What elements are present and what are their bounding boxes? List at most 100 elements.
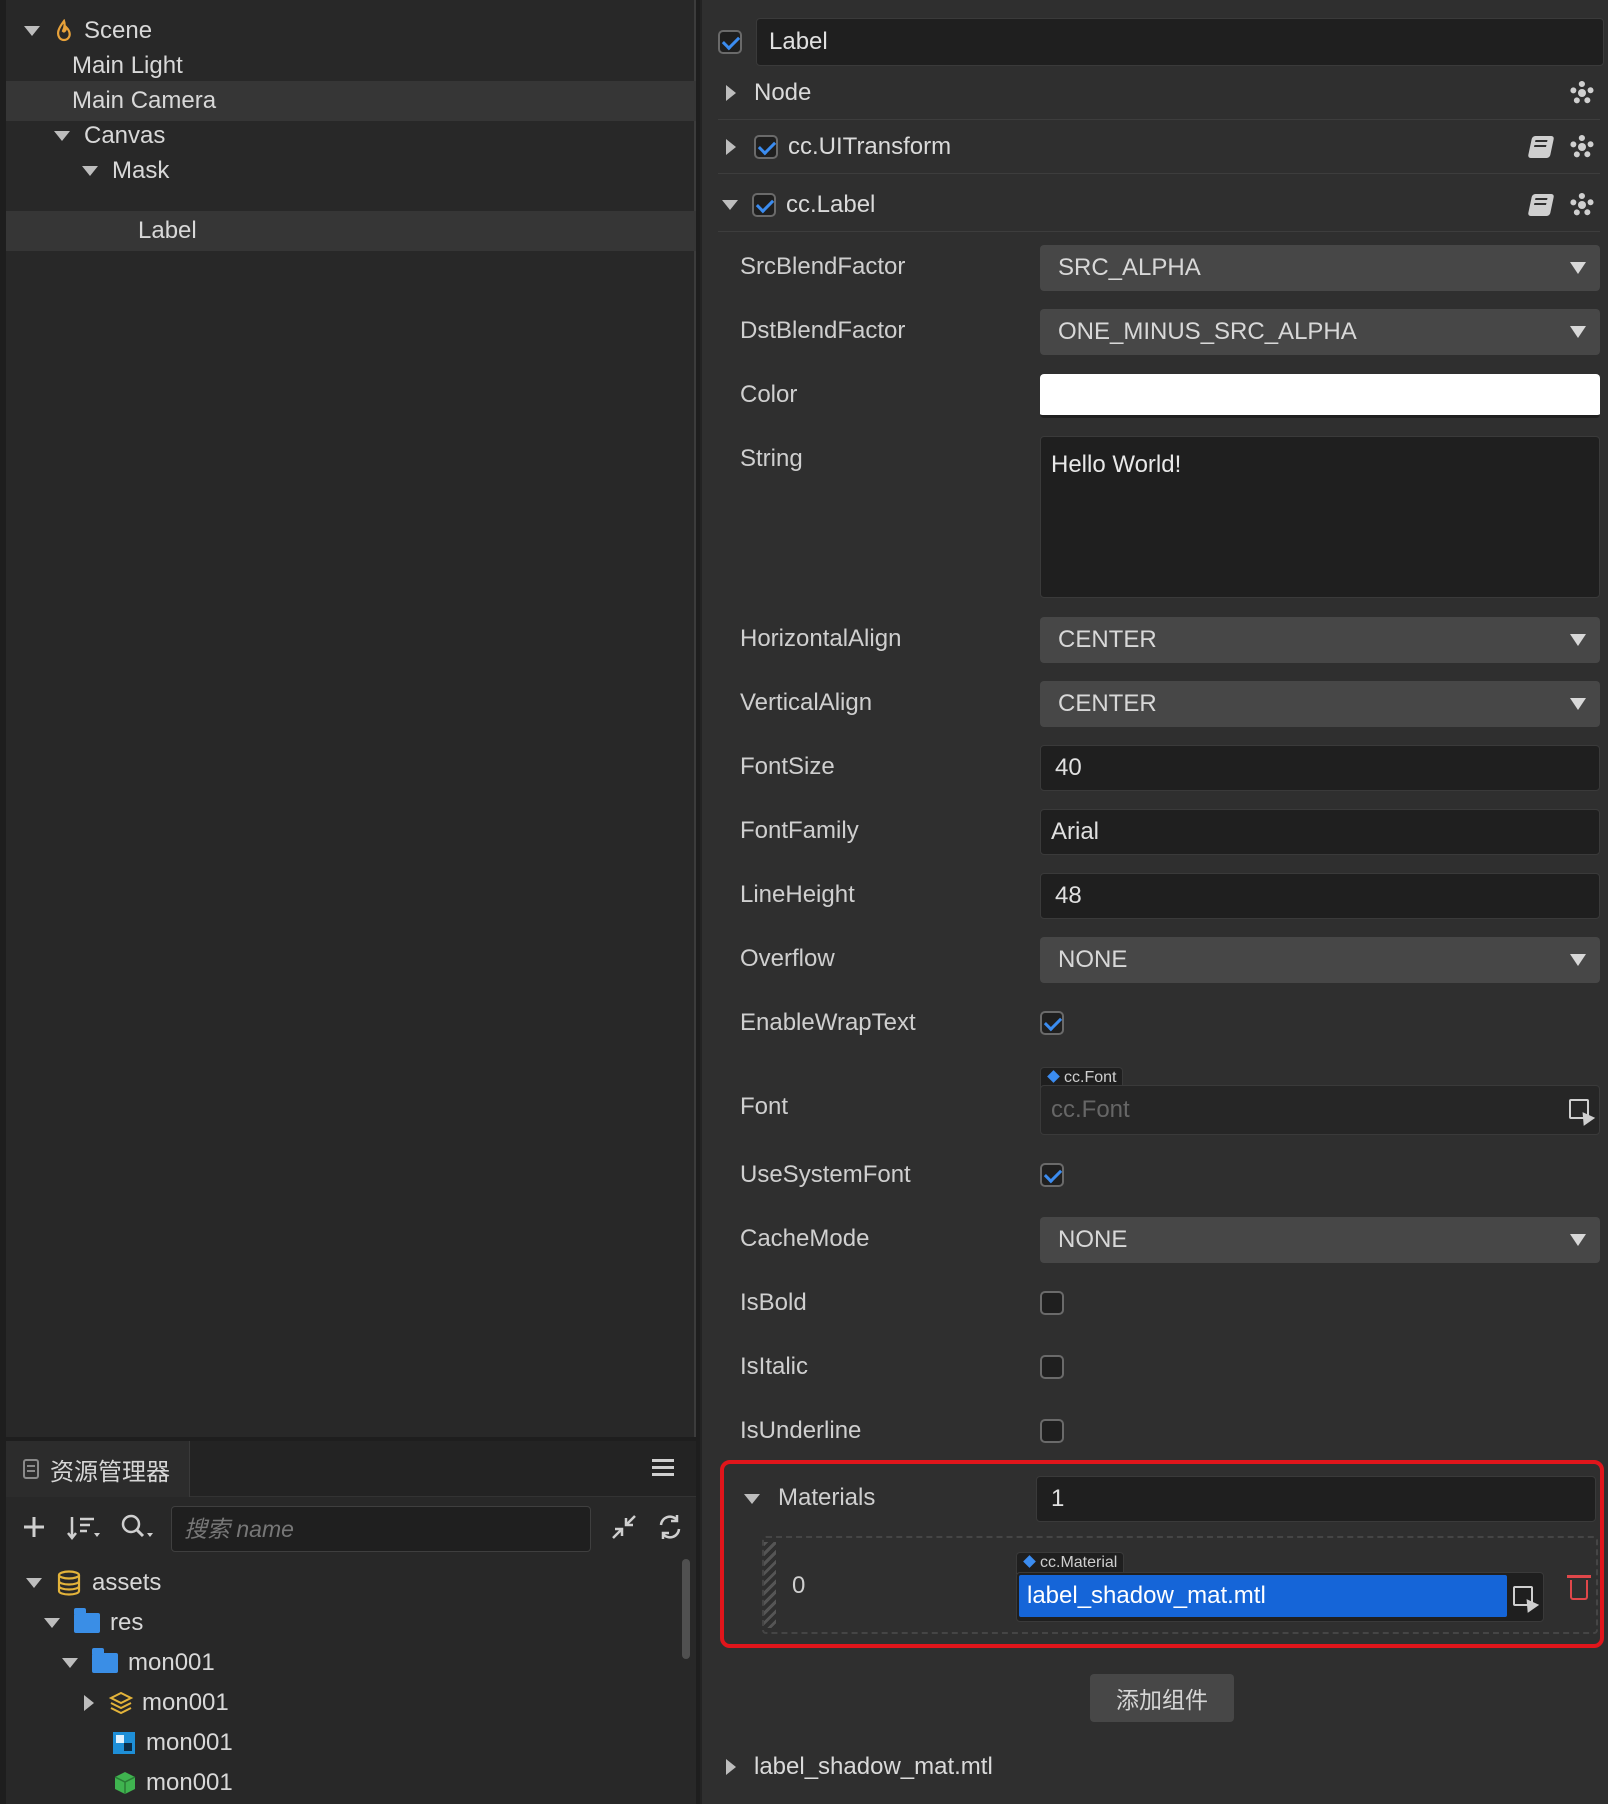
wrap-text-label: EnableWrapText: [740, 1009, 916, 1036]
asset-item-assets[interactable]: assets: [26, 1563, 161, 1603]
expand-arrow-icon[interactable]: [44, 1618, 60, 1628]
expand-arrow-icon[interactable]: [54, 131, 70, 141]
gear-icon[interactable]: [1570, 192, 1594, 217]
src-blend-dropdown[interactable]: SRC_ALPHA: [1040, 245, 1600, 291]
section-label: Node: [754, 78, 812, 106]
materials-count-input[interactable]: 1: [1036, 1476, 1596, 1522]
help-doc-icon[interactable]: [1527, 193, 1555, 216]
node-active-checkbox[interactable]: [718, 30, 742, 54]
asset-label: mon001: [146, 1729, 233, 1756]
asset-item-mon001-folder[interactable]: mon001: [62, 1643, 215, 1683]
material-asset-field[interactable]: label_shadow_mat.mtl: [1016, 1572, 1544, 1622]
texture-icon: [113, 1732, 135, 1754]
fontfamily-label: FontFamily: [740, 817, 859, 844]
assets-tabbar: 资源管理器: [6, 1441, 696, 1497]
tree-item-canvas[interactable]: Canvas: [6, 116, 696, 156]
expand-arrow-icon[interactable]: [62, 1658, 78, 1668]
valign-dropdown[interactable]: CENTER: [1040, 681, 1600, 727]
collapsed-arrow-icon[interactable]: [726, 84, 736, 101]
tree-item-main-camera[interactable]: Main Camera: [6, 81, 696, 121]
underline-checkbox[interactable]: [1040, 1419, 1064, 1443]
font-asset-field[interactable]: cc.Font: [1040, 1085, 1600, 1135]
expand-arrow-icon[interactable]: [722, 199, 738, 210]
asset-item-res[interactable]: res: [44, 1603, 143, 1643]
help-doc-icon[interactable]: [1527, 135, 1555, 158]
dropdown-arrow-icon: [1570, 262, 1586, 274]
dropdown-arrow-icon: [1570, 634, 1586, 646]
section-label: label_shadow_mat.mtl: [754, 1753, 993, 1780]
diamond-icon: [1047, 1070, 1060, 1083]
material-element: 0 cc.Material label_shadow_mat.mtl: [762, 1536, 1598, 1634]
trash-icon[interactable]: [1567, 1575, 1591, 1600]
expand-arrow-icon[interactable]: [82, 166, 98, 176]
expand-arrow-icon[interactable]: [24, 26, 40, 36]
collapsed-arrow-icon[interactable]: [726, 1759, 736, 1775]
menu-icon[interactable]: [652, 1455, 674, 1479]
tree-item-scene[interactable]: Scene: [6, 11, 696, 51]
italic-label: IsItalic: [740, 1353, 809, 1380]
add-icon[interactable]: [14, 1507, 54, 1547]
tree-item-label-node[interactable]: Label: [6, 211, 696, 251]
fontsize-input[interactable]: 40: [1040, 745, 1600, 791]
gear-icon[interactable]: [1570, 80, 1594, 105]
tab-assets[interactable]: 资源管理器: [6, 1441, 190, 1497]
font-type-label: cc.Font: [1064, 1069, 1117, 1086]
expand-arrow-icon[interactable]: [26, 1578, 42, 1588]
tree-item-label: Scene: [84, 17, 153, 44]
italic-checkbox[interactable]: [1040, 1355, 1064, 1379]
valign-label: VerticalAlign: [740, 689, 873, 716]
tree-item-label: Label: [138, 217, 197, 244]
folder-icon: [74, 1608, 100, 1633]
materials-highlight: Materials 1 0 cc.Material label_shadow_m…: [720, 1460, 1604, 1648]
tree-item-main-light[interactable]: Main Light: [6, 46, 696, 86]
gear-icon[interactable]: [1570, 134, 1594, 159]
pick-asset-icon[interactable]: [1569, 1099, 1589, 1119]
inspector-panel: Label Node cc.UITransform cc.Label SrcBl…: [700, 0, 1608, 1804]
add-component-button[interactable]: 添加组件: [1090, 1674, 1234, 1722]
assets-toolbar: [6, 1497, 696, 1559]
component-label: cc.UITransform: [788, 132, 952, 160]
component-label: cc.Label: [786, 190, 876, 218]
collapse-icon[interactable]: [604, 1507, 644, 1547]
component-enabled-checkbox[interactable]: [752, 192, 776, 217]
wrap-text-checkbox[interactable]: [1040, 1011, 1064, 1035]
system-font-checkbox[interactable]: [1040, 1163, 1064, 1187]
collapsed-arrow-icon[interactable]: [84, 1695, 94, 1711]
refresh-icon[interactable]: [650, 1507, 690, 1547]
string-textarea[interactable]: Hello World!: [1040, 436, 1600, 598]
overflow-dropdown[interactable]: NONE: [1040, 937, 1600, 983]
materials-label: Materials: [778, 1484, 876, 1511]
dropdown-arrow-icon: [1570, 698, 1586, 710]
asset-item-mon001-texture[interactable]: mon001: [112, 1723, 233, 1763]
cachemode-dropdown[interactable]: NONE: [1040, 1217, 1600, 1263]
fontfamily-input[interactable]: Arial: [1040, 809, 1600, 855]
asset-item-mon001-model[interactable]: mon001: [112, 1763, 233, 1803]
pick-asset-icon[interactable]: [1513, 1586, 1533, 1606]
tree-item-mask[interactable]: Mask: [6, 151, 696, 191]
lineheight-input[interactable]: 48: [1040, 873, 1600, 919]
asset-item-mon001-mesh[interactable]: mon001: [84, 1683, 229, 1723]
material-section-header[interactable]: label_shadow_mat.mtl: [718, 1740, 1600, 1794]
search-input[interactable]: [171, 1506, 591, 1552]
label-component-header[interactable]: cc.Label: [718, 178, 1600, 232]
bold-checkbox[interactable]: [1040, 1291, 1064, 1315]
uitransform-header[interactable]: cc.UITransform: [718, 120, 1600, 174]
sort-icon[interactable]: [64, 1507, 104, 1547]
dst-blend-dropdown[interactable]: ONE_MINUS_SRC_ALPHA: [1040, 309, 1600, 355]
asset-label: res: [110, 1609, 144, 1636]
halign-dropdown[interactable]: CENTER: [1040, 617, 1600, 663]
node-name-input[interactable]: Label: [756, 18, 1604, 66]
expand-arrow-icon[interactable]: [744, 1494, 760, 1504]
component-enabled-checkbox[interactable]: [754, 134, 778, 159]
dropdown-value: ONE_MINUS_SRC_ALPHA: [1058, 318, 1357, 345]
drag-handle[interactable]: [764, 1542, 776, 1628]
diamond-icon: [1023, 1555, 1036, 1568]
bold-label: IsBold: [740, 1289, 807, 1316]
font-asset-value: cc.Font: [1051, 1096, 1130, 1123]
node-section-header[interactable]: Node: [718, 66, 1600, 120]
collapsed-arrow-icon[interactable]: [726, 138, 736, 155]
search-icon[interactable]: [118, 1507, 158, 1547]
asset-label: assets: [92, 1569, 162, 1596]
scrollbar[interactable]: [682, 1559, 690, 1659]
color-picker[interactable]: [1040, 374, 1600, 418]
